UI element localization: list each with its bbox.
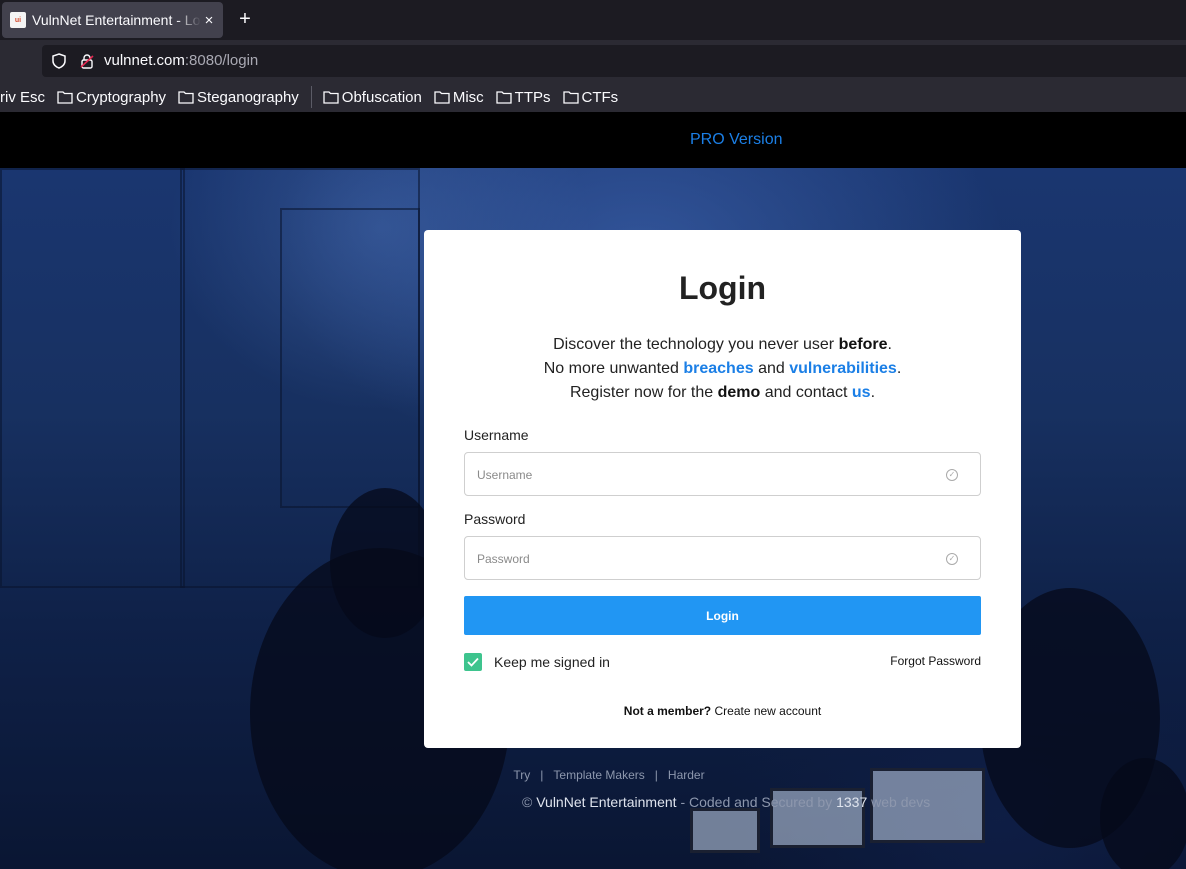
intro-text: and contact	[760, 384, 852, 401]
bookmark-label: riv Esc	[0, 88, 45, 106]
folder-icon	[178, 91, 194, 104]
bookmark-obfuscation[interactable]: Obfuscation	[323, 89, 422, 106]
intro-bold: demo	[717, 384, 761, 401]
bookmark-ctfs[interactable]: CTFs	[562, 88, 619, 106]
copyright-symbol: ©	[522, 794, 537, 810]
intro-line-3: Register now for the demo and contact us…	[424, 381, 1021, 405]
password-field-wrapper: ✓	[464, 536, 981, 580]
bookmark-label: Obfuscation	[341, 88, 422, 106]
contact-us-link[interactable]: us	[852, 384, 871, 401]
not-member-row: Not a member? Create new account	[424, 704, 1021, 718]
url-text[interactable]: vulnnet.com:8080/login	[104, 52, 258, 69]
password-input[interactable]	[477, 549, 917, 569]
intro-text: .	[896, 360, 902, 377]
intro-bold: before	[838, 336, 888, 353]
bookmark-misc[interactable]: Misc	[434, 89, 484, 106]
bookmark-label: TTPs	[514, 88, 551, 106]
footer-separator: |	[540, 768, 544, 782]
url-path: :8080/login	[184, 52, 259, 69]
background-window-frame	[280, 208, 420, 508]
browser-tab-bar: ui VulnNet Entertainment - Login × +	[0, 0, 1186, 40]
pro-version-link[interactable]: PRO Version	[690, 131, 782, 149]
background-window-frame	[0, 168, 185, 588]
insecure-lock-icon[interactable]	[79, 53, 95, 69]
copyright-middle: - Coded and Secured by	[676, 794, 837, 810]
footer-link-harder[interactable]: Harder	[668, 768, 705, 782]
username-field-wrapper: ✓	[464, 452, 981, 496]
login-intro: Discover the technology you never user b…	[424, 333, 1021, 405]
new-tab-button[interactable]: +	[234, 8, 256, 30]
login-card: Login Discover the technology you never …	[424, 230, 1021, 748]
footer-link-try[interactable]: Try	[513, 768, 530, 782]
copyright-brand[interactable]: VulnNet Entertainment	[536, 794, 676, 810]
folder-icon	[496, 91, 512, 104]
copyright-suffix: web devs	[867, 794, 931, 810]
checkmark-icon	[467, 657, 479, 667]
check-circle-icon: ✓	[946, 553, 958, 565]
create-account-link[interactable]: Create new account	[714, 704, 821, 718]
folder-icon	[323, 91, 339, 104]
footer-separator: |	[654, 768, 658, 782]
site-favicon-icon: ui	[10, 12, 26, 28]
breaches-link[interactable]: breaches	[683, 360, 753, 377]
intro-text: .	[870, 384, 876, 401]
username-input[interactable]	[477, 465, 917, 485]
vulnerabilities-link[interactable]: vulnerabilities	[789, 360, 897, 377]
browser-tab[interactable]: ui VulnNet Entertainment - Login ×	[2, 2, 223, 38]
site-header: PRO Version	[0, 112, 1186, 168]
url-host: vulnnet.com	[104, 52, 185, 69]
tab-title: VulnNet Entertainment - Login	[32, 12, 201, 28]
login-button[interactable]: Login	[464, 596, 981, 635]
bookmark-ttps[interactable]: TTPs	[496, 89, 551, 106]
folder-icon	[562, 91, 579, 104]
keep-signed-in-label: Keep me signed in	[494, 654, 610, 670]
keep-signed-in-row[interactable]: Keep me signed in	[464, 653, 610, 671]
bookmarks-toolbar: riv Esc Cryptography Steganography Obfus…	[0, 82, 1186, 112]
bookmark-steganography[interactable]: Steganography	[178, 89, 299, 106]
shield-icon[interactable]	[51, 53, 67, 69]
password-label: Password	[464, 511, 526, 527]
intro-text: No more unwanted	[543, 360, 684, 377]
folder-icon	[57, 91, 73, 104]
check-circle-icon: ✓	[946, 469, 958, 481]
url-bar[interactable]: vulnnet.com:8080/login	[42, 45, 1186, 77]
intro-line-2: No more unwanted breaches and vulnerabil…	[424, 357, 1021, 381]
footer-links: Try | Template Makers | Harder	[0, 768, 1186, 782]
not-member-text: Not a member?	[623, 704, 712, 718]
copyright-number: 1337	[836, 794, 868, 810]
bookmark-label: Cryptography	[76, 88, 167, 106]
intro-text: Register now for the	[569, 384, 718, 401]
copyright: © VulnNet Entertainment - Coded and Secu…	[522, 794, 930, 810]
intro-text: .	[887, 336, 892, 353]
login-title: Login	[678, 270, 767, 306]
bookmark-separator	[310, 86, 312, 108]
forgot-password-link[interactable]: Forgot Password	[890, 654, 981, 668]
intro-line-1: Discover the technology you never user b…	[424, 333, 1021, 357]
browser-navbar: vulnnet.com:8080/login	[0, 40, 1186, 82]
background-monitor	[690, 808, 760, 853]
bookmark-cryptography[interactable]: Cryptography	[57, 89, 166, 106]
bookmark-label: CTFs	[581, 88, 619, 106]
keep-signed-in-checkbox[interactable]	[464, 653, 482, 671]
intro-text: Discover the technology you never user	[553, 336, 839, 353]
footer-link-template-makers[interactable]: Template Makers	[553, 768, 644, 782]
intro-text: and	[753, 360, 790, 377]
bookmark-label: Steganography	[197, 88, 299, 106]
bookmark-priv-esc[interactable]: riv Esc	[0, 89, 45, 106]
bookmark-label: Misc	[452, 88, 484, 106]
folder-icon	[434, 91, 450, 104]
username-label: Username	[464, 427, 529, 443]
close-tab-icon[interactable]: ×	[201, 12, 217, 29]
